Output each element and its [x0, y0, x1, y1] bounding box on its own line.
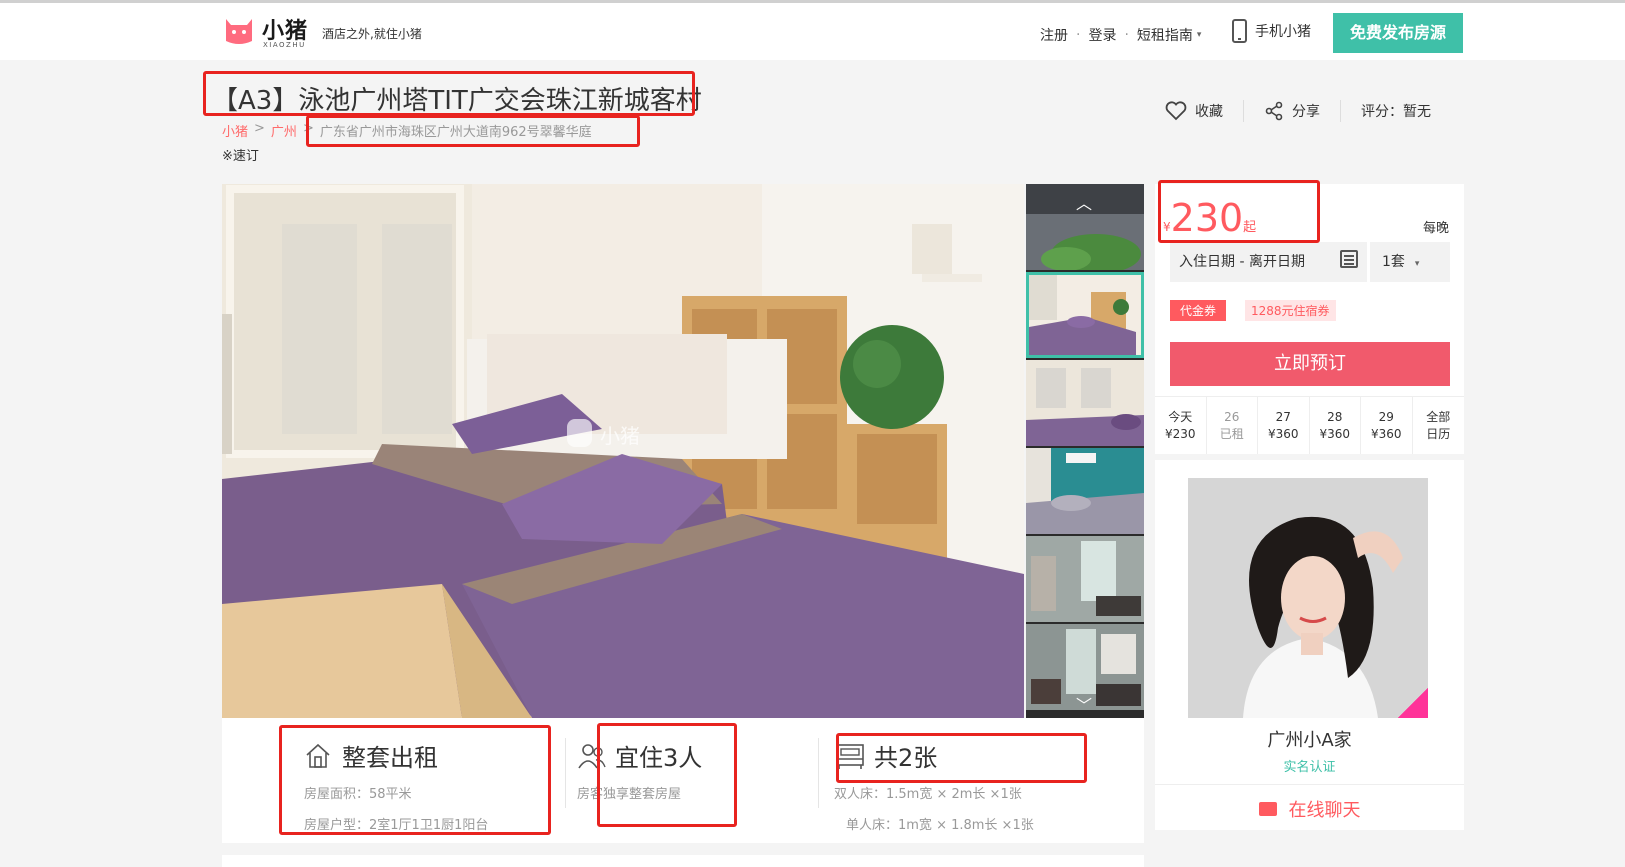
calendar-day-label: 29 — [1378, 410, 1394, 424]
calendar-day[interactable]: 26 已租 — [1207, 397, 1258, 454]
logo-subtext: XIAOZHU — [263, 41, 306, 49]
annotation-box — [836, 733, 1087, 783]
guide-menu[interactable]: 短租指南 — [1137, 25, 1193, 45]
mobile-app-link[interactable]: 手机小猪 — [1232, 19, 1311, 43]
calendar-day-price: ¥360 — [1370, 427, 1402, 441]
bedroom-photo: 小猪 — [222, 184, 1024, 718]
share-icon — [1265, 101, 1283, 121]
chevron-down-icon[interactable]: ﹀ — [1076, 692, 1092, 716]
calendar-day-price: 日历 — [1426, 427, 1451, 441]
header-nav: 注册 · 登录 · 短租指南 ▾ — [1040, 25, 1201, 45]
host-divider — [1155, 784, 1464, 785]
chevron-up-icon[interactable]: ︿ — [1076, 190, 1092, 214]
action-divider — [1243, 100, 1244, 122]
main-photo[interactable]: 小猪 — [222, 184, 1024, 718]
next-section-card — [222, 855, 1144, 867]
favorite-button[interactable]: 收藏 — [1165, 101, 1223, 121]
calendar-day-label: 26 — [1224, 410, 1240, 424]
breadcrumb-home[interactable]: 小猪 — [222, 121, 248, 140]
bed-double: 双人床：1.5m宽 × 2m长 ×1张 — [834, 787, 1022, 802]
calendar-day-price: ¥230 — [1164, 427, 1196, 441]
calendar-day[interactable]: 今天 ¥230 — [1155, 397, 1207, 454]
thumbnail-5[interactable] — [1026, 536, 1144, 622]
chat-icon — [1258, 802, 1277, 816]
register-link[interactable]: 注册 — [1040, 25, 1068, 45]
annotation-box — [597, 723, 737, 827]
host-portrait — [1188, 478, 1428, 718]
per-night-label: 每晚 — [1422, 221, 1449, 236]
quantity-value: 1套 — [1382, 254, 1405, 270]
nav-separator: · — [1076, 27, 1081, 43]
calendar-day[interactable]: 29 ¥360 — [1361, 397, 1413, 454]
host-name[interactable]: 广州小A家 — [1155, 726, 1464, 752]
breadcrumb-city[interactable]: 广州 — [271, 121, 297, 140]
price-calendar-row: 今天 ¥230 26 已租 27 ¥360 28 ¥360 29 ¥360 全部日历 — [1155, 396, 1464, 454]
share-button[interactable]: 分享 — [1264, 101, 1320, 121]
online-chat-button[interactable]: 在线聊天 — [1155, 796, 1464, 822]
site-header: 小猪 XIAOZHU 酒店之外,就住小猪 注册 · 登录 · 短租指南 ▾ 手机… — [0, 3, 1625, 60]
room-quantity-select[interactable]: 1套 ▾ — [1370, 242, 1450, 282]
book-now-button[interactable]: 立即预订 — [1170, 342, 1450, 386]
annotation-box — [306, 115, 640, 147]
calendar-day-price: 已租 — [1219, 427, 1244, 441]
publish-listing-button[interactable]: 免费发布房源 — [1333, 13, 1463, 53]
annotation-box — [203, 71, 695, 116]
date-range-picker[interactable]: 入住日期 - 离开日期 — [1170, 242, 1367, 282]
annotation-box — [279, 725, 551, 835]
thumbnail-4[interactable] — [1026, 448, 1144, 534]
calendar-day-label: 全部 — [1426, 410, 1451, 424]
favorite-label: 收藏 — [1195, 104, 1223, 120]
nav-separator: · — [1124, 27, 1129, 43]
rating: 评分：暂无 — [1361, 104, 1431, 120]
quick-book-tag: ※速订 — [222, 149, 259, 164]
pig-logo-icon[interactable] — [222, 15, 256, 45]
full-calendar-link[interactable]: 全部 日历 — [1413, 397, 1465, 454]
heart-icon — [1165, 101, 1187, 121]
coupon-offer[interactable]: 1288元住宿券 — [1245, 300, 1336, 321]
calendar-day-label: 28 — [1327, 410, 1343, 424]
calendar-day[interactable]: 28 ¥360 — [1310, 397, 1361, 454]
host-card: 广州小A家 实名认证 在线聊天 — [1155, 460, 1464, 830]
thumbnail-strip: ︿ ﹀ — [1026, 184, 1144, 718]
info-divider — [818, 738, 819, 808]
calendar-day-price: ¥360 — [1319, 427, 1351, 441]
action-divider — [1340, 100, 1341, 122]
slogan: 酒店之外,就住小猪 — [322, 27, 422, 41]
calendar-day-price: ¥360 — [1267, 427, 1299, 441]
phone-icon — [1232, 19, 1247, 43]
calendar-icon[interactable] — [1340, 250, 1358, 268]
annotation-box — [1158, 180, 1320, 243]
login-link[interactable]: 登录 — [1088, 25, 1116, 45]
thumbnail-3[interactable] — [1026, 360, 1144, 446]
photo-watermark: 小猪 — [600, 424, 640, 448]
calendar-day-label: 27 — [1275, 410, 1291, 424]
bed-single: 单人床：1m宽 × 1.8m长 ×1张 — [846, 818, 1034, 833]
chevron-down-icon: ▾ — [1414, 259, 1420, 269]
chevron-down-icon[interactable]: ▾ — [1197, 30, 1202, 40]
calendar-day-label: 今天 — [1168, 410, 1193, 424]
calendar-day[interactable]: 27 ¥360 — [1258, 397, 1310, 454]
mobile-app-label: 手机小猪 — [1255, 24, 1311, 40]
breadcrumb-separator: > — [254, 121, 265, 136]
thumbnail-2-selected[interactable] — [1026, 272, 1144, 358]
listing-actions: 收藏 分享 评分：暂无 — [1165, 100, 1431, 122]
host-verification-badge: 实名认证 — [1283, 760, 1336, 775]
chat-label: 在线聊天 — [1288, 800, 1361, 821]
host-avatar[interactable] — [1188, 478, 1428, 718]
share-label: 分享 — [1292, 104, 1320, 120]
host-badge-icon — [1398, 688, 1428, 718]
coupon-tag: 代金券 — [1170, 300, 1227, 321]
info-divider — [565, 738, 566, 808]
